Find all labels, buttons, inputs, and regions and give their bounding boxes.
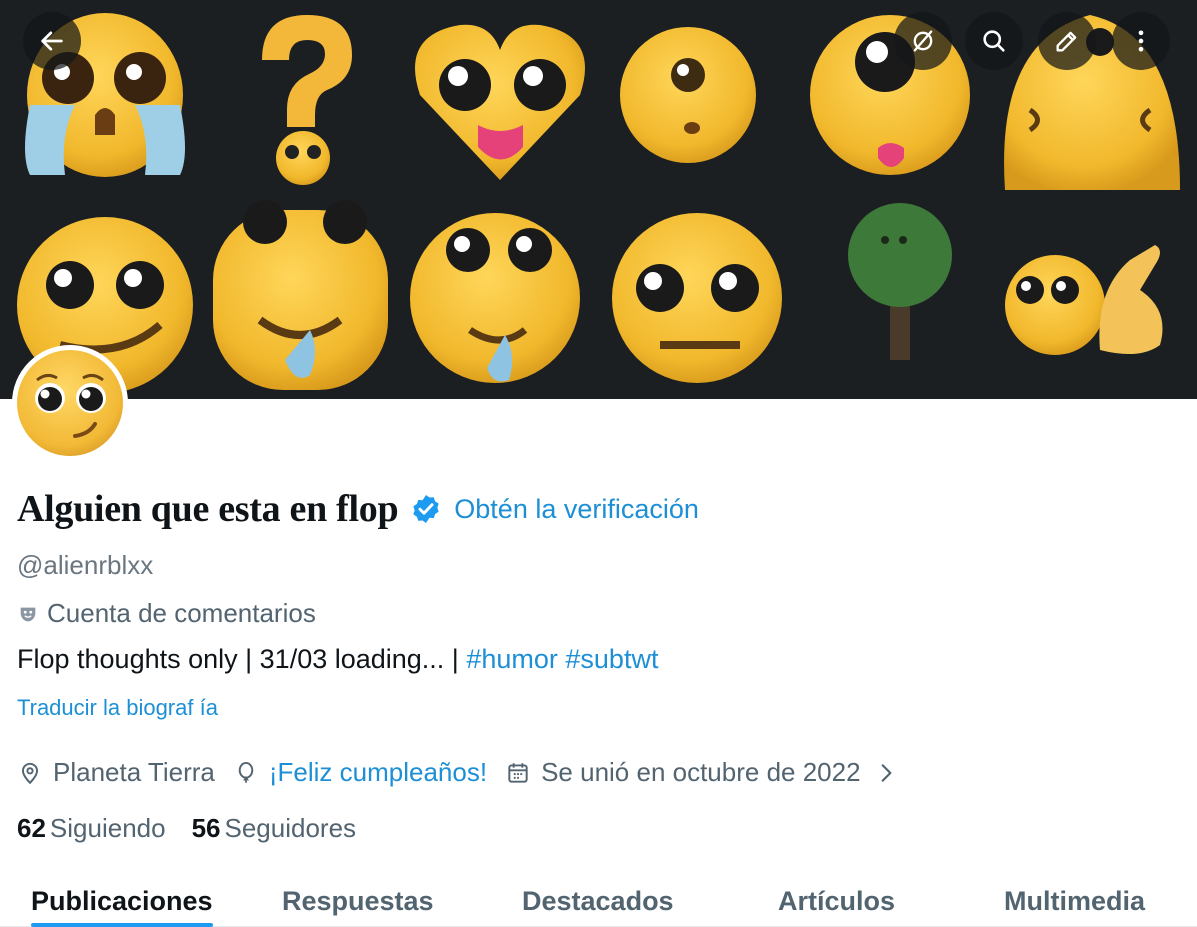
account-category: Cuenta de comentarios [17,598,316,629]
name-row: Alguien que esta en flop Obtén la verifi… [17,484,699,534]
user-handle: @alienrblxx [17,550,154,580]
join-date[interactable]: Se unió en octubre de 2022 [505,757,908,788]
tab-multimedia[interactable]: Multimedia [1004,880,1145,927]
arrow-left-icon [41,31,63,51]
following-count[interactable]: 62 [17,813,46,844]
location-label: Planeta Tierra [53,757,215,787]
following-label[interactable]: Siguiendo [50,813,166,844]
translate-bio-link[interactable]: Traducir la biograf ía [17,695,218,721]
more-vertical-icon [1138,30,1144,52]
chevron-right-icon [881,763,891,782]
avatar[interactable] [12,345,128,461]
hashtag-humor[interactable]: #humor [466,644,558,674]
edit-icon [1056,31,1077,52]
smirk-emoji [612,213,782,383]
balloon-icon [238,761,254,783]
search-icon [983,30,1005,52]
surprised-emoji [620,27,756,163]
drooling-emoji [213,200,388,390]
profile-tabs: Publicaciones Respuestas Destacados Artí… [0,880,1197,927]
hashtag-subtwt[interactable]: #subtwt [565,644,658,674]
birthday-label[interactable]: ¡Feliz cumpleaños! [269,757,487,788]
profile-banner[interactable] [0,0,1197,399]
banner-emoji-collage [0,0,1197,399]
bio-text: Flop thoughts only | 31/03 loading... | [17,644,467,674]
category-label: Cuenta de comentarios [47,598,316,628]
followers-count[interactable]: 56 [192,813,221,844]
drooling-emoji-2 [410,213,580,383]
calendar-icon [508,762,528,783]
profile-meta: Planeta Tierra ¡Feliz cumpleaños! Se uni… [17,757,927,788]
tab-articulos[interactable]: Artículos [778,880,895,927]
more-button[interactable] [1112,12,1170,70]
theater-mask-icon [20,607,36,621]
location: Planeta Tierra [17,757,215,788]
get-verified-link[interactable]: Obtén la verificación [454,494,699,525]
pleading-face-avatar-image [17,350,123,456]
tab-publicaciones[interactable]: Publicaciones [31,880,213,927]
edit-button[interactable] [1038,12,1096,70]
birthday: ¡Feliz cumpleaños! [233,757,487,788]
search-button[interactable] [965,12,1023,70]
location-pin-icon [21,762,39,784]
verified-badge-icon[interactable] [410,493,442,525]
no-location-icon [913,30,933,52]
follow-stats: 62 Siguiendo 56 Seguidores [17,813,382,844]
tab-destacados[interactable]: Destacados [522,880,674,927]
display-name: Alguien que esta en flop [17,488,399,530]
back-button[interactable] [23,12,81,70]
join-date-label: Se unió en octubre de 2022 [541,757,861,787]
followers-label[interactable]: Seguidores [225,813,357,844]
tab-respuestas[interactable]: Respuestas [282,880,434,927]
mute-location-button[interactable] [894,12,952,70]
bio: Flop thoughts only | 31/03 loading... | … [17,644,658,675]
